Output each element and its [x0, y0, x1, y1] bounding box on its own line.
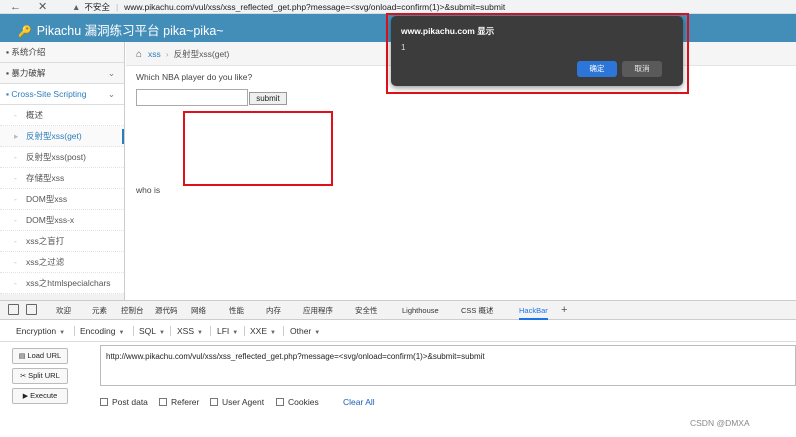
chevron-right-icon: › [165, 49, 169, 59]
dialog-ok-button[interactable]: 确定 [577, 61, 617, 77]
hackbar-url-textarea[interactable]: http://www.pikachu.com/vul/xss/xss_refle… [100, 345, 796, 386]
close-icon[interactable]: ✕ [38, 0, 47, 14]
question-label: Which NBA player do you like? [136, 72, 253, 82]
address-url: www.pikachu.com/vul/xss/xss_reflected_ge… [124, 2, 506, 12]
clear-all-link[interactable]: Clear All [343, 397, 375, 407]
sidebar-subitem-stored[interactable]: - 存储型xss [0, 168, 124, 189]
split-url-button[interactable]: ✂ Split URL [12, 368, 68, 384]
site-title: Pikachu 漏洞练习平台 pika~pika~ [36, 24, 224, 38]
annotation-box [183, 111, 333, 186]
sidebar-item-xss[interactable]: ▪ Cross-Site Scripting ⌄ [0, 84, 124, 105]
sidebar-subitem-reflected-get[interactable]: ▸ 反射型xss(get) [0, 126, 124, 147]
chevron-down-icon: ⌄ [107, 89, 115, 99]
user-agent-checkbox[interactable]: User Agent [210, 397, 264, 407]
caret-down-icon: ▼ [314, 330, 321, 336]
dialog-message: 1 [401, 43, 406, 52]
caret-down-icon: ▼ [270, 330, 276, 336]
tab-welcome[interactable]: 欢迎 [56, 301, 71, 320]
home-icon[interactable]: ⌂ [136, 49, 142, 60]
menu-sql[interactable]: SQL ▼ [139, 320, 165, 342]
sidebar-subitem-dom[interactable]: - DOM型xss [0, 189, 124, 210]
caret-down-icon: ▼ [197, 330, 203, 336]
tab-security[interactable]: 安全性 [355, 301, 378, 320]
back-arrow-icon[interactable]: ← [10, 0, 21, 14]
key-icon: 🔑 [18, 26, 32, 38]
dialog-title: www.pikachu.com 显示 [401, 26, 495, 36]
menu-xxe[interactable]: XXE ▼ [250, 320, 276, 342]
sidebar-subitem-filter[interactable]: - xss之过滤 [0, 252, 124, 273]
menu-xss[interactable]: XSS ▼ [177, 320, 203, 342]
post-data-checkbox[interactable]: Post data [100, 397, 148, 407]
breadcrumb-xss-link[interactable]: xss [148, 49, 161, 59]
split-icon: ✂ [20, 373, 27, 380]
submit-button[interactable]: submit [249, 92, 287, 105]
sidebar-subitem-htmlspecialchars[interactable]: - xss之htmlspecialchars [0, 273, 124, 294]
load-url-button[interactable]: ▤ Load URL [12, 348, 68, 364]
tab-application[interactable]: 应用程序 [303, 301, 333, 320]
warning-icon: ▲ [72, 2, 81, 12]
caret-down-icon: ▼ [118, 330, 125, 336]
load-icon: ▤ [18, 353, 26, 360]
book-icon: ▪ [6, 47, 10, 57]
tab-elements[interactable]: 元素 [92, 301, 107, 320]
menu-encryption[interactable]: Encryption ▼ [16, 320, 65, 342]
tab-sources[interactable]: 源代码 [155, 301, 178, 320]
caret-down-icon: ▼ [59, 330, 66, 336]
sidebar-subitem-dom-x[interactable]: - DOM型xss-x [0, 210, 124, 231]
plus-icon[interactable]: + [561, 301, 567, 320]
referer-checkbox[interactable]: Referer [159, 397, 199, 407]
tab-hackbar[interactable]: HackBar [519, 301, 548, 320]
result-text: who is [136, 185, 161, 195]
devtools-panel: 欢迎 元素 控制台 源代码 网络 性能 内存 应用程序 安全性 Lighthou… [0, 300, 796, 437]
sidebar-subitem-overview[interactable]: - 概述 [0, 105, 124, 126]
message-input[interactable] [136, 89, 248, 106]
dialog-cancel-button[interactable]: 取消 [622, 61, 662, 77]
browser-toolbar: ← ✕ ▲ 不安全 | www.pikachu.com/vul/xss/xss_ref… [0, 0, 796, 14]
hackbar-menu: Encryption ▼ Encoding ▼ SQL ▼ XSS ▼ LFI ▼ XXE… [0, 320, 796, 342]
tab-network[interactable]: 网络 [191, 301, 206, 320]
sidebar: ▪ 系统介绍 ▪ 暴力破解 ⌄ ▪ Cross-Site Scripting ⌄… [0, 42, 125, 300]
alert-dialog: www.pikachu.com 显示 1 确定 取消 [391, 16, 683, 86]
site-logo[interactable]: 🔑 Pikachu 漏洞练习平台 pika~pika~ [18, 20, 224, 39]
insecure-label: 不安全 [84, 2, 110, 12]
address-bar[interactable]: ▲ 不安全 | www.pikachu.com/vul/xss/xss_reflect… [72, 1, 792, 13]
menu-encoding[interactable]: Encoding ▼ [80, 320, 124, 342]
lock-icon: ▪ [6, 68, 10, 78]
tab-memory[interactable]: 内存 [266, 301, 281, 320]
caret-down-icon: ▼ [232, 330, 239, 336]
sidebar-subitem-blind[interactable]: - xss之盲打 [0, 231, 124, 252]
list-icon: ▪ [6, 89, 10, 99]
tab-console[interactable]: 控制台 [121, 301, 144, 320]
sidebar-subitem-reflected-post[interactable]: - 反射型xss(post) [0, 147, 124, 168]
chevron-down-icon: ⌄ [107, 68, 115, 78]
device-toolbar-icon[interactable] [26, 304, 37, 315]
play-icon: ▶ [22, 393, 29, 400]
breadcrumb-current: 反射型xss(get) [173, 49, 230, 59]
caret-down-icon: ▼ [159, 330, 165, 336]
menu-other[interactable]: Other ▼ [290, 320, 320, 342]
menu-lfi[interactable]: LFI ▼ [217, 320, 238, 342]
sidebar-item-bruteforce[interactable]: ▪ 暴力破解 ⌄ [0, 63, 124, 84]
devtools-tab-bar: 欢迎 元素 控制台 源代码 网络 性能 内存 应用程序 安全性 Lighthou… [0, 301, 796, 320]
tab-lighthouse[interactable]: Lighthouse [402, 301, 439, 320]
sidebar-item-intro[interactable]: ▪ 系统介绍 [0, 42, 124, 63]
tab-performance[interactable]: 性能 [229, 301, 244, 320]
tab-css-overview[interactable]: CSS 概述 [461, 301, 494, 320]
watermark: CSDN @DMXA [690, 418, 750, 428]
execute-button[interactable]: ▶ Execute [12, 388, 68, 404]
cookies-checkbox[interactable]: Cookies [276, 397, 319, 407]
inspect-icon[interactable] [8, 304, 19, 315]
